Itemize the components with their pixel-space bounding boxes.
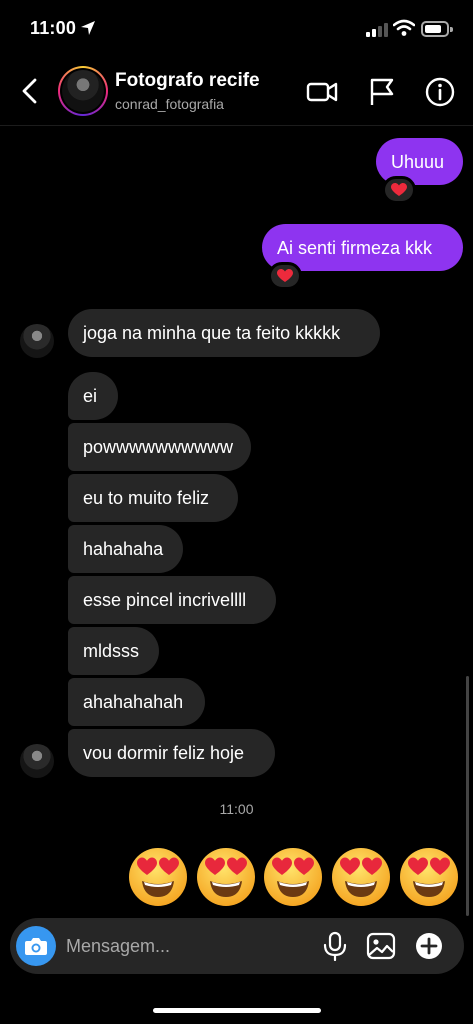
- camera-button[interactable]: [16, 926, 56, 966]
- received-message[interactable]: powwwwwwwwww: [68, 423, 251, 471]
- message-timestamp: 11:00: [219, 801, 254, 817]
- home-indicator[interactable]: [153, 1008, 321, 1013]
- message-input[interactable]: [66, 930, 306, 962]
- flag-icon[interactable]: [366, 76, 398, 108]
- video-call-icon[interactable]: [306, 76, 338, 108]
- camera-icon: [25, 938, 47, 955]
- received-message[interactable]: eu to muito feliz: [68, 474, 238, 522]
- heart-eyes-emoji: [127, 846, 189, 908]
- heart-eyes-emoji: [262, 846, 324, 908]
- info-icon[interactable]: [424, 76, 456, 108]
- location-arrow-icon: [81, 21, 95, 35]
- chat-header: Fotografo recife conrad_fotografia: [0, 58, 473, 126]
- received-message[interactable]: ei: [68, 372, 118, 420]
- gallery-icon[interactable]: [366, 931, 396, 961]
- received-message[interactable]: mldsss: [68, 627, 159, 675]
- chat-username[interactable]: conrad_fotografia: [115, 96, 224, 112]
- received-message[interactable]: esse pincel incrivellll: [68, 576, 276, 624]
- heart-eyes-emoji: [398, 846, 460, 908]
- scrollbar[interactable]: [466, 676, 469, 916]
- back-icon[interactable]: [16, 76, 44, 106]
- sender-avatar[interactable]: [20, 744, 54, 778]
- heart-reaction[interactable]: [382, 176, 416, 204]
- heart-eyes-emoji: [330, 846, 392, 908]
- heart-icon: [391, 183, 407, 196]
- sender-avatar[interactable]: [20, 324, 54, 358]
- message-composer: [10, 918, 464, 974]
- received-message[interactable]: vou dormir feliz hoje: [68, 729, 275, 777]
- signal-icon: [366, 23, 388, 37]
- heart-eyes-emoji: [195, 846, 257, 908]
- status-bar: 11:00: [0, 0, 473, 58]
- profile-avatar[interactable]: [58, 66, 108, 116]
- status-time: 11:00: [30, 18, 77, 38]
- heart-reaction[interactable]: [268, 262, 302, 290]
- plus-icon[interactable]: [414, 931, 444, 961]
- received-message[interactable]: hahahaha: [68, 525, 183, 573]
- received-message[interactable]: joga na minha que ta feito kkkkk: [68, 309, 380, 357]
- chat-title[interactable]: Fotografo recife: [115, 70, 260, 92]
- heart-icon: [277, 269, 293, 282]
- wifi-icon: [393, 19, 415, 36]
- battery-icon: [421, 21, 453, 37]
- received-message[interactable]: ahahahahah: [68, 678, 205, 726]
- microphone-icon[interactable]: [320, 931, 350, 961]
